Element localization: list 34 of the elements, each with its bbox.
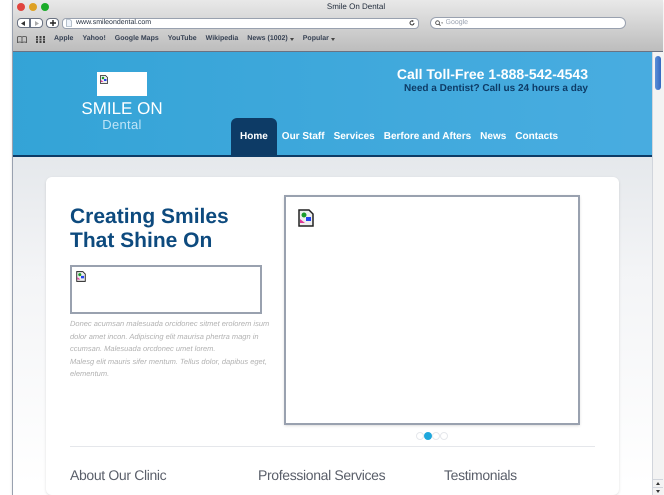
scrollbar[interactable] bbox=[652, 52, 663, 495]
nav-tab[interactable]: Home bbox=[231, 118, 277, 155]
add-bookmark-button[interactable] bbox=[46, 18, 59, 28]
forward-icon bbox=[34, 20, 39, 26]
close-button[interactable] bbox=[17, 3, 25, 11]
zoom-button[interactable] bbox=[41, 3, 49, 11]
section-heading: Testimonials bbox=[444, 466, 518, 485]
page-icon bbox=[66, 19, 72, 27]
tagline: Need a Dentist? Call us 24 hours a day bbox=[404, 83, 588, 95]
caret-icon bbox=[290, 38, 294, 40]
scroll-thumb[interactable] bbox=[655, 56, 661, 90]
window-title: Smile On Dental bbox=[326, 1, 386, 13]
back-icon bbox=[21, 20, 26, 26]
back-button[interactable] bbox=[17, 18, 30, 28]
broken-image-icon bbox=[100, 75, 108, 84]
logo-title: SMILE ON bbox=[81, 99, 163, 118]
caret-icon bbox=[330, 38, 335, 40]
logo-subtitle: Dental bbox=[102, 118, 142, 132]
reload-icon[interactable] bbox=[409, 20, 415, 26]
page-heading: Creating Smiles That Shine On bbox=[70, 205, 230, 253]
scroll-down-button[interactable] bbox=[653, 487, 663, 495]
broken-image-icon bbox=[76, 271, 86, 282]
section-heading: Professional Services bbox=[258, 466, 386, 485]
plus-icon bbox=[50, 20, 56, 26]
up-arrow-icon bbox=[656, 482, 660, 485]
book-icon[interactable] bbox=[17, 36, 27, 42]
down-arrow-icon bbox=[656, 490, 660, 493]
search-icon bbox=[435, 20, 444, 26]
broken-image-icon bbox=[298, 209, 314, 227]
section-heading: About Our Clinic bbox=[70, 466, 168, 485]
scroll-up-button[interactable] bbox=[653, 479, 663, 487]
forward-button[interactable] bbox=[30, 18, 43, 28]
grid-icon[interactable] bbox=[36, 36, 45, 42]
phone-number: Call Toll-Free 1-888-542-4543 bbox=[396, 66, 588, 83]
